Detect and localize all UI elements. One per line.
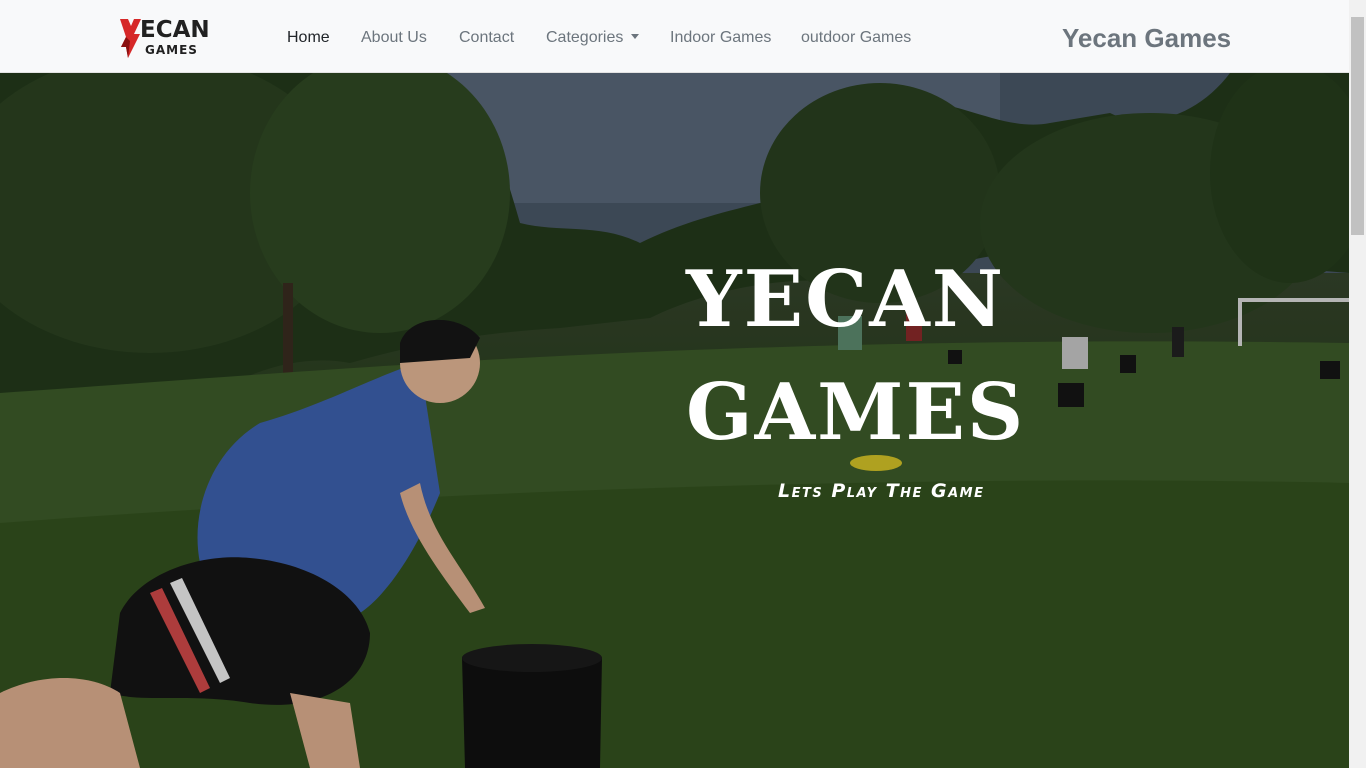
hero-title-line-1: YECAN	[686, 254, 1006, 345]
hero-tagline: Lets Play The Game	[778, 480, 985, 502]
caret-down-icon	[631, 34, 640, 39]
site-logo[interactable]: ECAN GAMES	[118, 17, 210, 59]
navbar-brand-text[interactable]: Yecan Games	[1062, 22, 1231, 54]
nav-contact[interactable]: Contact	[459, 28, 514, 48]
nav-outdoor-games[interactable]: outdoor Games	[801, 28, 911, 48]
navbar: ECAN GAMES Home About Us Contact Categor…	[0, 0, 1349, 73]
logo-subtext: GAMES	[145, 43, 198, 57]
hero-dark-overlay	[0, 73, 1349, 768]
scrollbar-thumb[interactable]	[1351, 17, 1364, 235]
nav-indoor-games[interactable]: Indoor Games	[670, 28, 771, 48]
nav-categories-label: Categories	[546, 29, 624, 46]
nav-home[interactable]: Home	[287, 28, 330, 48]
nav-categories-dropdown[interactable]: Categories	[546, 28, 640, 48]
page-scrollbar[interactable]	[1349, 0, 1366, 768]
nav-about-us[interactable]: About Us	[361, 28, 427, 48]
hero-title: YECAN GAMES	[686, 243, 1046, 469]
hero-title-line-2: GAMES	[686, 367, 1026, 458]
logo-heart-icon	[120, 19, 141, 58]
logo-wordmark: ECAN	[140, 17, 210, 43]
hero-banner: YECAN GAMES Lets Play The Game	[0, 73, 1349, 768]
